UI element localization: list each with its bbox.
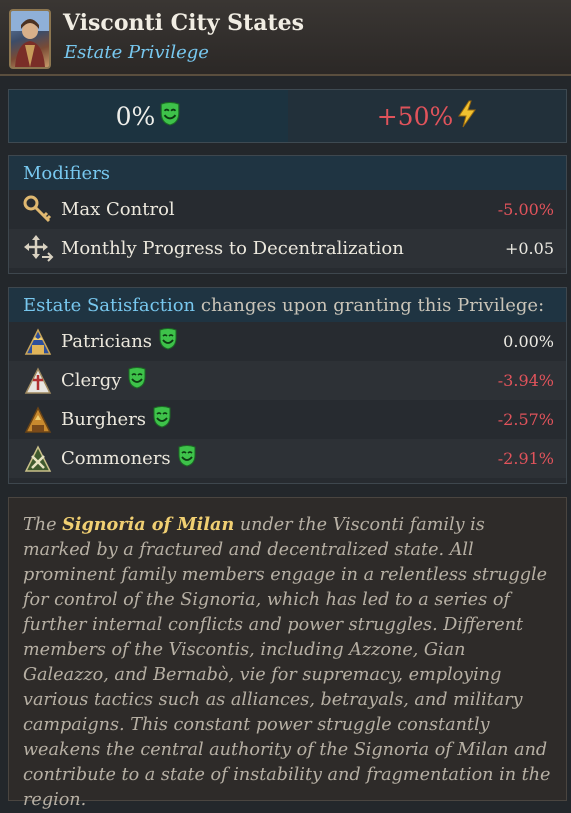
modifier-label: Max Control — [61, 199, 175, 220]
estate-value: 0.00% — [503, 332, 554, 351]
lightning-icon — [457, 100, 477, 132]
description-text: The Signoria of Milan under the Visconti… — [9, 498, 566, 813]
estate-row-clergy[interactable]: Clergy -3.94% — [9, 361, 566, 400]
patricians-icon — [21, 325, 55, 359]
estate-value: -2.57% — [497, 410, 554, 429]
power-value: +50% — [376, 101, 454, 131]
estate-label: Burghers — [61, 409, 147, 430]
satisfaction-heading-text: changes upon granting this Privilege: — [195, 294, 545, 316]
estate-row-patricians[interactable]: Patricians 0.00% — [9, 322, 566, 361]
window-title: Visconti City States — [63, 10, 304, 36]
satisfaction-value: 0% — [115, 101, 156, 131]
modifier-value: +0.05 — [504, 239, 554, 258]
estate-value: -3.94% — [497, 371, 554, 390]
happy-mask-icon — [159, 101, 181, 131]
modifiers-panel: Modifiers Max Control -5.00% Monthly Pro… — [8, 155, 567, 274]
estate-label: Patricians — [61, 331, 153, 352]
burghers-icon — [21, 403, 55, 437]
satisfaction-heading-label: Estate Satisfaction — [23, 294, 196, 316]
satisfaction-stat[interactable]: 0% — [9, 90, 288, 142]
modifier-value: -5.00% — [497, 200, 554, 219]
satisfaction-heading: Estate Satisfaction changes upon grantin… — [9, 288, 566, 322]
modifier-label: Monthly Progress to Decentralization — [61, 238, 404, 259]
happy-mask-icon — [158, 328, 178, 355]
happy-mask-icon — [152, 406, 172, 433]
modifier-row-decentralization[interactable]: Monthly Progress to Decentralization +0.… — [9, 229, 566, 268]
header: Visconti City States Estate Privilege — [0, 0, 571, 76]
key-icon — [21, 193, 55, 227]
estate-satisfaction-panel: Estate Satisfaction changes upon grantin… — [8, 287, 567, 484]
description-body: under the Visconti family is marked by a… — [23, 515, 551, 810]
modifiers-heading: Modifiers — [9, 156, 566, 190]
decentralization-arrows-icon — [21, 232, 55, 266]
estate-row-commoners[interactable]: Commoners -2.91% — [9, 439, 566, 478]
description-intro: The — [23, 515, 63, 535]
description-panel: The Signoria of Milan under the Visconti… — [8, 497, 567, 810]
happy-mask-icon — [177, 445, 197, 472]
estate-row-burghers[interactable]: Burghers -2.57% — [9, 400, 566, 439]
commoners-icon — [21, 442, 55, 476]
happy-mask-icon — [127, 367, 147, 394]
power-stat[interactable]: +50% — [288, 90, 566, 142]
estate-value: -2.91% — [497, 449, 554, 468]
estate-label: Clergy — [61, 370, 122, 391]
description-highlight-signoria[interactable]: Signoria of Milan — [62, 514, 234, 535]
stats-bar: 0% +50% — [8, 89, 567, 143]
window-subtitle: Estate Privilege — [64, 42, 209, 63]
estate-label: Commoners — [61, 448, 171, 469]
clergy-icon — [21, 364, 55, 398]
portrait-icon — [9, 9, 51, 69]
modifier-row-max-control[interactable]: Max Control -5.00% — [9, 190, 566, 229]
